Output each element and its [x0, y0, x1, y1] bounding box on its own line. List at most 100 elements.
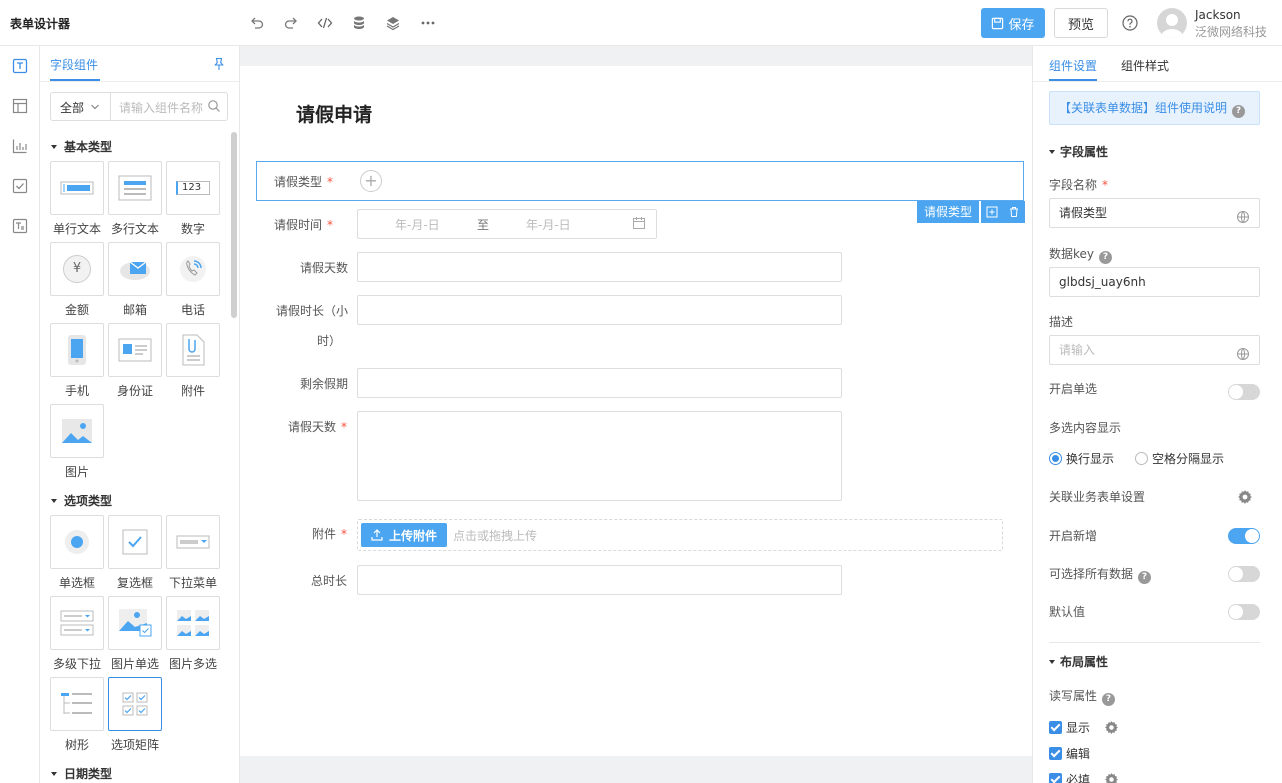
component-amount[interactable]: ¥ 金额	[49, 242, 105, 318]
redo-icon[interactable]	[281, 13, 301, 33]
banner-text: 【关联表单数据】组件使用说明	[1059, 101, 1228, 115]
date-separator: 至	[477, 218, 490, 232]
calendar-icon[interactable]	[632, 216, 646, 233]
help-icon: ?	[1099, 251, 1113, 264]
component-id-card[interactable]: 身份证	[107, 323, 163, 399]
phone-icon	[180, 256, 206, 282]
layers-icon[interactable]	[383, 13, 403, 33]
category-select[interactable]: 全部	[60, 99, 84, 116]
label-text: 请假时间	[273, 218, 322, 232]
avatar[interactable]	[1157, 8, 1187, 38]
component-cascader[interactable]: 多级下拉	[49, 596, 105, 672]
add-option-button[interactable]: +	[360, 170, 382, 192]
remaining-leave-input[interactable]	[357, 368, 842, 398]
usage-guide-link[interactable]: 【关联表单数据】组件使用说明?	[1049, 91, 1260, 125]
save-button[interactable]: 保存	[981, 8, 1045, 38]
copy-field-icon[interactable]	[981, 201, 1003, 223]
component-image-multi[interactable]: 图片多选	[165, 596, 221, 672]
checkbox-icon[interactable]	[10, 176, 30, 196]
component-phone[interactable]: 电话	[165, 242, 221, 318]
component-dropdown[interactable]: 下拉菜单	[165, 515, 221, 591]
component-single-text[interactable]: 单行文本	[49, 161, 105, 237]
more-icon[interactable]	[418, 13, 438, 33]
component-checkbox[interactable]: 复选框	[107, 515, 163, 591]
leave-days-textarea[interactable]	[357, 411, 842, 501]
help-icon: ?	[1232, 105, 1246, 118]
single-select-toggle[interactable]	[1228, 384, 1260, 400]
field-label-leave-days-2: 请假天数 *	[257, 418, 347, 435]
section-field-properties[interactable]: 字段属性	[1049, 143, 1108, 160]
enable-add-toggle[interactable]	[1228, 528, 1260, 544]
radio-label: 空格分隔显示	[1152, 452, 1225, 466]
checkbox-required[interactable]: 必填	[1049, 771, 1119, 783]
undo-icon[interactable]	[247, 13, 267, 33]
globe-icon[interactable]	[1236, 343, 1250, 371]
user-org: 泛微网络科技	[1195, 25, 1268, 39]
tab-field-components[interactable]: 字段组件	[50, 56, 98, 73]
component-number[interactable]: 123 数字	[165, 161, 221, 237]
component-image-radio[interactable]: 图片单选	[107, 596, 163, 672]
component-mobile[interactable]: 手机	[49, 323, 105, 399]
checkbox-editable[interactable]: 编辑	[1049, 745, 1090, 762]
globe-icon[interactable]	[1236, 206, 1250, 234]
component-attachment[interactable]: 附件	[165, 323, 221, 399]
tab-component-style[interactable]: 组件样式	[1121, 57, 1169, 74]
leave-hours-input[interactable]	[357, 295, 842, 325]
leave-days-input[interactable]	[357, 252, 842, 282]
label-text: 读写属性	[1049, 689, 1098, 703]
field-name-label: 字段名称 *	[1049, 176, 1108, 193]
chart-icon[interactable]	[10, 136, 30, 156]
category-options[interactable]: 选项类型	[51, 492, 112, 509]
component-search-input[interactable]: 请输入组件名称	[119, 99, 203, 116]
category-date[interactable]: 日期类型	[51, 765, 112, 782]
total-duration-input[interactable]	[357, 565, 842, 595]
text-field-icon[interactable]	[10, 56, 30, 76]
preview-button[interactable]: 预览	[1054, 8, 1108, 38]
checkbox-checked	[1049, 721, 1062, 734]
id-card-icon	[118, 338, 152, 362]
layout-icon[interactable]	[10, 96, 30, 116]
settings-panel: 组件设置 组件样式 【关联表单数据】组件使用说明? 字段属性 字段名称 * 请假类…	[1032, 46, 1282, 783]
description-input[interactable]: 请输入	[1049, 335, 1260, 365]
component-label: 电话	[180, 303, 205, 317]
database-icon[interactable]	[349, 13, 369, 33]
default-value-toggle[interactable]	[1228, 604, 1260, 620]
component-radio[interactable]: 单选框	[49, 515, 105, 591]
tab-component-settings[interactable]: 组件设置	[1049, 57, 1097, 74]
component-label: 图片单选	[110, 657, 159, 671]
category-basic[interactable]: 基本类型	[51, 138, 112, 155]
select-all-label: 可选择所有数据?	[1049, 565, 1152, 584]
tree-icon	[61, 693, 92, 714]
component-option-matrix[interactable]: 选项矩阵	[107, 677, 163, 753]
gear-icon[interactable]	[1104, 772, 1119, 783]
component-multi-text[interactable]: 多行文本	[107, 161, 163, 237]
upload-label: 上传附件	[388, 528, 437, 543]
section-layout-properties[interactable]: 布局属性	[1049, 653, 1108, 670]
radio-line-break[interactable]: 换行显示	[1049, 450, 1114, 467]
delete-field-icon[interactable]	[1003, 201, 1025, 223]
code-icon[interactable]	[315, 13, 335, 33]
field-name-input[interactable]: 请假类型	[1049, 198, 1260, 228]
component-tree[interactable]: 树形	[49, 677, 105, 753]
select-all-toggle[interactable]	[1228, 566, 1260, 582]
label-text: 请假类型	[273, 175, 322, 189]
upload-button[interactable]: 上传附件	[361, 523, 447, 547]
help-icon[interactable]	[1121, 14, 1139, 35]
required-mark: *	[327, 175, 333, 189]
component-email[interactable]: 邮箱	[107, 242, 163, 318]
component-image[interactable]: 图片	[49, 404, 105, 480]
currency-icon: ¥	[63, 255, 91, 283]
chevron-down-icon[interactable]	[90, 101, 100, 115]
checkbox-visible[interactable]: 显示	[1049, 719, 1119, 738]
description-label: 描述	[1049, 315, 1074, 329]
radio-space-separated[interactable]: 空格分隔显示	[1135, 450, 1224, 467]
scrollbar[interactable]	[231, 132, 237, 318]
checkbox-icon	[122, 529, 148, 555]
gear-icon[interactable]	[1104, 720, 1119, 738]
gear-icon[interactable]	[1237, 489, 1253, 508]
pin-icon[interactable]	[212, 57, 226, 74]
text-style-icon[interactable]	[10, 216, 30, 236]
required-mark: *	[1102, 178, 1109, 192]
search-icon[interactable]	[207, 99, 221, 116]
data-key-input[interactable]: glbdsj_uay6nh	[1049, 267, 1260, 297]
